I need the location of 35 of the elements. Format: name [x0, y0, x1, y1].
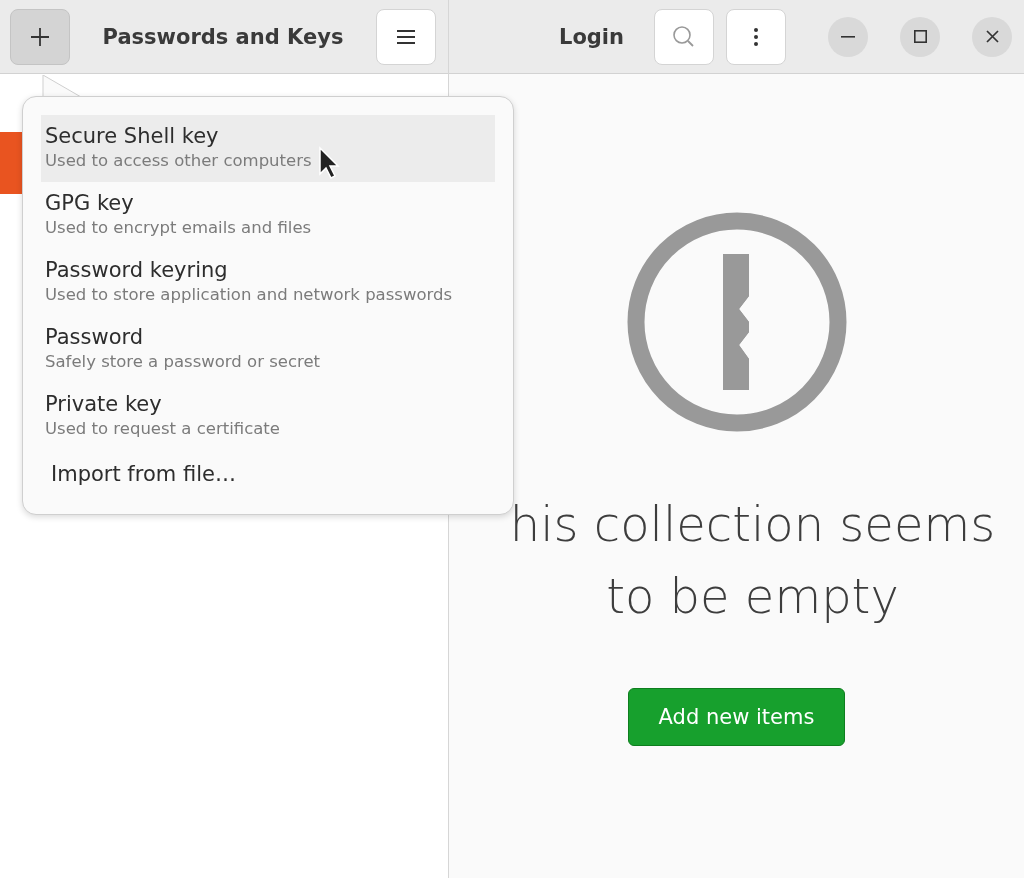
maximize-icon — [913, 30, 927, 43]
item-description: Used to encrypt emails and files — [45, 217, 312, 237]
menu-item[interactable]: Password Safely store a password or secret — [41, 316, 495, 383]
menu-button[interactable] — [376, 8, 436, 65]
menu-item[interactable]: Secure Shell key Used to access other computers — [41, 115, 495, 182]
collection-title: Login — [559, 24, 624, 49]
maximize-button[interactable] — [900, 16, 940, 57]
item-title: GPG key — [45, 190, 134, 215]
menu-item[interactable]: Private key Used to request a certificate — [41, 383, 495, 450]
item-title: Private key — [45, 391, 162, 416]
item-title: Password — [45, 324, 144, 349]
more-icon — [754, 27, 758, 46]
item-description: Used to request a certificate — [45, 418, 280, 438]
item-description: Used to store application and network passwords — [45, 284, 453, 304]
menu-item[interactable]: GPG key Used to encrypt emails and files — [41, 182, 495, 249]
import-item[interactable]: Import from file… — [41, 450, 495, 486]
app-title: Passwords and Keys — [101, 24, 345, 49]
item-description: Used to access other computers — [45, 150, 312, 170]
keyhole-icon — [626, 212, 847, 432]
pointer-icon — [318, 146, 340, 180]
menu-icon — [397, 28, 415, 45]
empty-message: his collection seems to be empty — [508, 495, 997, 626]
item-title: Password keyring — [45, 257, 228, 282]
search-icon — [672, 24, 696, 49]
menu-item[interactable]: Password keyring Used to store application and network passwords — [41, 249, 495, 316]
item-description: Safely store a password or secret — [45, 351, 321, 371]
minimize-button[interactable] — [828, 16, 868, 57]
minimize-icon — [841, 35, 855, 38]
add-button[interactable] — [10, 8, 70, 65]
add-icon — [30, 26, 50, 47]
search-button[interactable] — [654, 8, 714, 65]
more-button[interactable] — [726, 8, 786, 65]
close-button[interactable] — [972, 16, 1012, 57]
item-title: Secure Shell key — [45, 123, 219, 148]
close-icon — [985, 30, 999, 43]
